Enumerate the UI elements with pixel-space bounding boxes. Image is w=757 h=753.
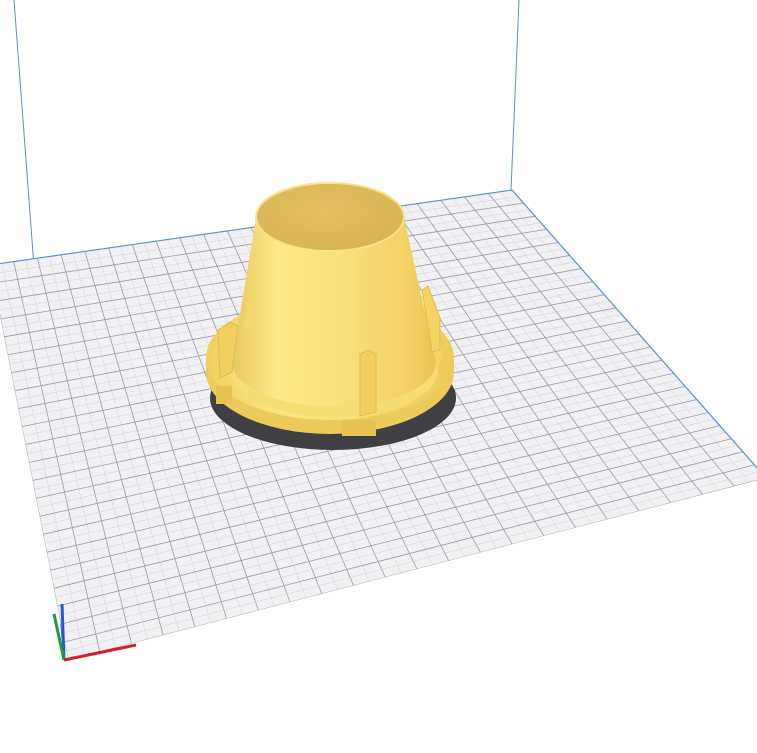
- build-volume-right-edge: [510, 0, 520, 191]
- 3d-viewport[interactable]: [0, 0, 757, 753]
- model-tab-left: [216, 386, 232, 404]
- model-tab-front: [342, 420, 376, 436]
- viewport-canvas[interactable]: [0, 0, 757, 753]
- model-rib-front: [359, 349, 377, 417]
